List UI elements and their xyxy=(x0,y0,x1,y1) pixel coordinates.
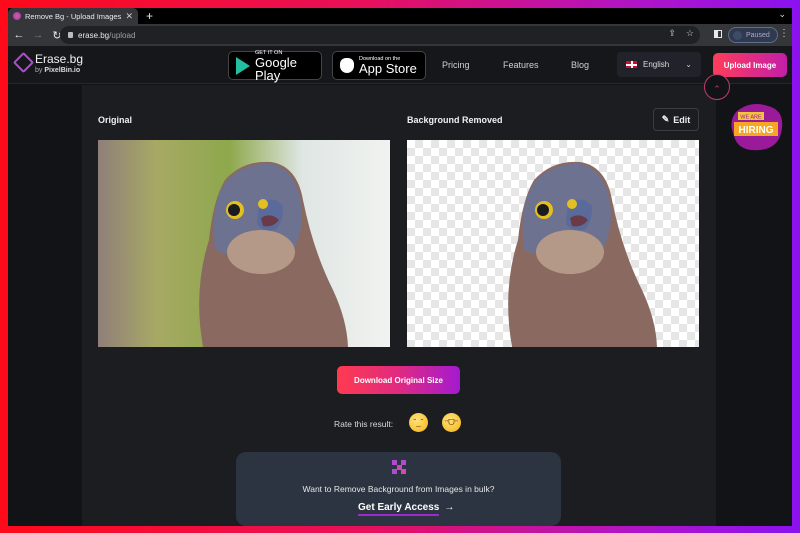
bulk-question: Want to Remove Background from Images in… xyxy=(302,484,495,494)
logo-brand: PixelBin.io xyxy=(44,67,81,74)
url-domain: erase.bg xyxy=(78,30,110,40)
google-play-button[interactable]: GET IT ON Google Play xyxy=(228,50,322,83)
uk-flag-icon xyxy=(626,61,637,68)
browser-toolbar: ← → ↻ erase.bg/upload ⇪ ☆ Paused ⋮ xyxy=(8,24,792,46)
kestrel-bird-cutout xyxy=(508,161,657,347)
background-removed-label: Background Removed xyxy=(407,115,503,125)
hiring-top-text: WE ARE xyxy=(740,115,762,121)
bulk-access-card: Want to Remove Background from Images in… xyxy=(236,452,561,526)
back-icon[interactable]: ← xyxy=(11,29,27,41)
close-tab-icon[interactable]: ✕ xyxy=(125,11,133,22)
site-header: Erase.bg by PixelBin.io GET IT ON Google… xyxy=(8,46,792,84)
language-select[interactable]: English ⌄ xyxy=(617,52,701,77)
chevron-down-icon: ⌄ xyxy=(685,60,692,69)
address-bar[interactable]: erase.bg/upload ⇪ ☆ xyxy=(60,26,700,44)
new-tab-button[interactable]: + xyxy=(146,8,153,24)
download-original-size-button[interactable]: Download Original Size xyxy=(337,366,460,394)
original-label: Original xyxy=(98,115,133,125)
nav-blog[interactable]: Blog xyxy=(571,60,589,70)
rate-label: Rate this result: xyxy=(334,419,394,429)
avatar xyxy=(733,30,742,40)
pencil-icon: ✎ xyxy=(661,114,670,124)
kestrel-bird-image xyxy=(199,161,348,347)
erase-bg-logo-icon xyxy=(14,53,30,69)
tab-strip: Remove Bg - Upload Images to ✕ + ⌄ xyxy=(8,8,792,24)
upload-image-button[interactable]: Upload Image xyxy=(713,53,787,77)
app-store-button[interactable]: Download on the App Store xyxy=(332,51,426,80)
scroll-top-button[interactable]: ⌃ xyxy=(704,74,730,100)
bookmark-star-icon[interactable]: ☆ xyxy=(686,28,694,39)
edit-label: Edit xyxy=(673,114,691,125)
nav-pricing[interactable]: Pricing xyxy=(442,60,470,70)
google-play-big: Google Play xyxy=(255,54,297,83)
get-early-access-link[interactable]: Get Early Access → xyxy=(358,502,454,516)
logo[interactable]: Erase.bg by PixelBin.io xyxy=(14,53,83,74)
edit-button[interactable]: ✎ Edit xyxy=(653,108,699,131)
get-early-access-label: Get Early Access xyxy=(358,502,440,516)
grinning-face-icon[interactable]: ᵔᗜᵔ xyxy=(442,413,461,432)
profile-status: Paused xyxy=(746,31,770,39)
browser-window: Remove Bg - Upload Images to ✕ + ⌄ ← → ↻… xyxy=(8,8,792,526)
original-image xyxy=(98,140,390,347)
hiring-badge[interactable]: WE ARE HIRING xyxy=(726,98,788,153)
nav-features[interactable]: Features xyxy=(503,60,539,70)
logo-name: Erase.bg xyxy=(35,52,84,66)
forward-icon[interactable]: → xyxy=(30,29,46,41)
side-panel-icon[interactable] xyxy=(714,30,722,38)
bulk-grid-icon xyxy=(392,460,406,474)
apple-icon xyxy=(340,58,354,73)
favicon-icon xyxy=(13,12,21,20)
browser-tab[interactable]: Remove Bg - Upload Images to ✕ xyxy=(8,8,138,24)
google-play-icon xyxy=(236,56,250,75)
unamused-face-icon[interactable]: ˘_˘ xyxy=(409,413,428,432)
app-store-big: App Store xyxy=(359,61,417,76)
menu-kebab-icon[interactable]: ⋮ xyxy=(779,28,789,39)
hiring-main-text: HIRING xyxy=(739,125,774,136)
tab-search-icon[interactable]: ⌄ xyxy=(778,9,786,20)
background-removed-image xyxy=(407,140,699,347)
logo-by: by xyxy=(35,67,43,74)
arrow-right-icon: → xyxy=(444,502,455,513)
url-path: /upload xyxy=(109,30,136,40)
profile-button[interactable]: Paused xyxy=(728,27,778,43)
language-value: English xyxy=(643,60,670,69)
lock-icon xyxy=(68,32,73,38)
tab-title: Remove Bg - Upload Images to xyxy=(25,11,122,21)
share-icon[interactable]: ⇪ xyxy=(668,28,676,39)
